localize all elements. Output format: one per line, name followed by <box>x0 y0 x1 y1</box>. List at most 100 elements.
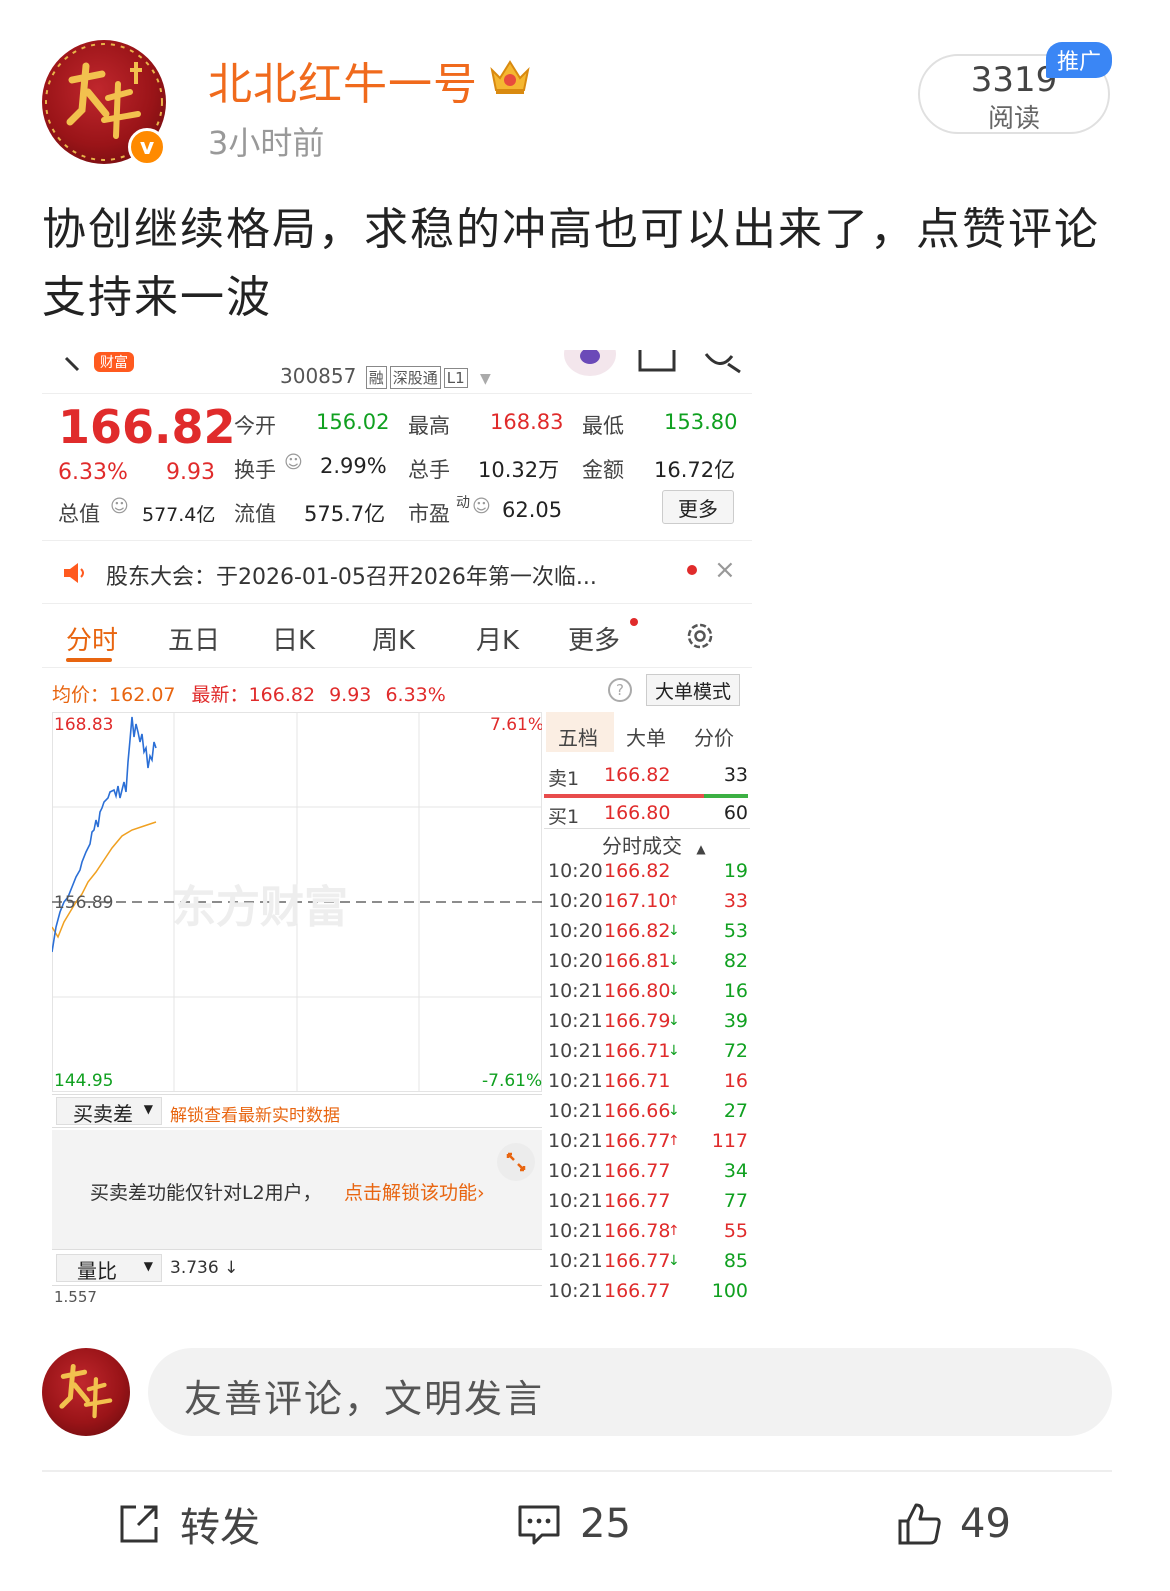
search-icon[interactable] <box>702 350 742 376</box>
ask-label: 卖1 <box>548 768 580 790</box>
expand-icon[interactable] <box>496 1142 536 1182</box>
bid-label: 买1 <box>548 806 580 828</box>
stock-code: 300857 融深股通 L1 ▼ <box>280 364 491 389</box>
stock-code-text: 300857 <box>280 364 357 388</box>
bid-volume: 60 <box>723 802 748 824</box>
app-badge: 财富 <box>94 352 134 372</box>
big-order-mode-button[interactable]: 大单模式 <box>646 674 740 706</box>
comment-count: 25 <box>580 1501 631 1547</box>
intraday-chart[interactable]: 东方财富 168.83 7.61% 156.89 144.95 -7.61% <box>52 712 542 1092</box>
trades-title[interactable]: 分时成交 ▲ <box>602 830 706 859</box>
trade-row: 10:21 166.79 ↓ 39 <box>548 1010 748 1040</box>
speaker-icon <box>64 563 84 583</box>
my-avatar[interactable] <box>42 1348 130 1436</box>
trade-volume: 16 <box>723 1070 748 1092</box>
trades-title-text: 分时成交 <box>602 834 682 858</box>
trade-volume: 34 <box>723 1160 748 1182</box>
chart-bottom-pct: -7.61% <box>482 1071 542 1091</box>
help-icon[interactable]: ? <box>608 678 632 702</box>
trade-price: 166.66 <box>604 1100 671 1122</box>
trade-row: 10:21 166.77 ↓ 85 <box>548 1250 748 1280</box>
close-icon[interactable]: × <box>714 555 736 585</box>
promo-badge: 推广 <box>1046 42 1112 78</box>
float-label: 流值 <box>234 502 276 526</box>
tab-more[interactable]: 更多 <box>568 620 620 657</box>
trade-time: 10:20 <box>548 920 603 942</box>
trade-time: 10:21 <box>548 1040 603 1062</box>
volume-ratio-bar: 量比 ▼ 3.736 ↓ <box>52 1252 542 1286</box>
comment-icon <box>518 1505 560 1545</box>
turnover-value: 2.99% <box>320 454 387 478</box>
trade-price: 166.78 <box>604 1220 671 1242</box>
tab-daily-k[interactable]: 日K <box>272 620 315 657</box>
arrow-up-icon: ↑ <box>668 1133 680 1149</box>
chart-mid-price: 156.89 <box>54 893 113 913</box>
trade-volume: 16 <box>723 980 748 1002</box>
spread-unlock-button[interactable]: 点击解锁该功能› <box>344 1178 485 1205</box>
trade-price: 166.80 <box>604 980 671 1002</box>
trade-time: 10:21 <box>548 1130 603 1152</box>
repost-label: 转发 <box>180 1505 260 1551</box>
avg-price-line <box>52 821 157 939</box>
tab-underline <box>66 658 112 662</box>
settings-gear-icon[interactable] <box>684 620 716 652</box>
open-value: 156.02 <box>316 410 390 434</box>
tab-intraday[interactable]: 分时 <box>66 620 118 657</box>
stock-screenshot[interactable]: 财富 300857 融深股通 L1 ▼ 166.82 6.33% 9.93 今开 … <box>42 350 752 1302</box>
trade-row: 10:20 166.81 ↓ 82 <box>548 950 748 980</box>
author-name[interactable]: 北北红牛一号 <box>208 48 478 112</box>
trade-volume: 100 <box>711 1280 748 1302</box>
comment-button[interactable]: 25 <box>516 1496 631 1552</box>
arrow-down-icon: ↓ <box>668 953 680 969</box>
read-label: 阅读 <box>987 104 1040 134</box>
trade-time: 10:21 <box>548 1190 603 1212</box>
low-value: 153.80 <box>664 410 738 434</box>
spread-locked-panel: 买卖差功能仅针对L2用户， 点击解锁该功能› <box>52 1130 542 1250</box>
arrow-down-icon: ↓ <box>668 1253 680 1269</box>
trade-volume: 85 <box>723 1250 748 1272</box>
ratio-dropdown[interactable]: 量比 ▼ <box>56 1254 162 1283</box>
book-tab-big-order[interactable]: 大单 <box>626 722 666 751</box>
volume-label: 总手 <box>408 458 450 482</box>
thumbs-up-icon <box>898 1503 941 1545</box>
avatar-calligraphy-image <box>59 1363 113 1419</box>
spread-unlock-link[interactable]: 解锁查看最新实时数据 <box>170 1101 340 1126</box>
ask-row: 卖1 166.82 33 <box>548 764 748 794</box>
trade-volume: 82 <box>723 950 748 972</box>
comment-input[interactable]: 友善评论，文明发言 <box>148 1348 1112 1436</box>
trade-price: 167.10 <box>604 890 671 912</box>
book-tab-price-split[interactable]: 分价 <box>694 722 734 751</box>
notice-bar[interactable]: 股东大会：于2026-01-05召开2026年第一次临... × <box>42 540 752 604</box>
info-icon[interactable]: ☺ <box>472 496 491 517</box>
like-count: 49 <box>960 1501 1011 1547</box>
ratio-axis-label: 1.557 <box>54 1288 97 1302</box>
more-quotes-button[interactable]: 更多 <box>662 490 734 524</box>
tab-weekly-k[interactable]: 周K <box>372 620 415 657</box>
arrow-up-icon: ↑ <box>668 1223 680 1239</box>
ratio-value: 3.736 ↓ <box>170 1258 239 1278</box>
trade-volume: 39 <box>723 1010 748 1032</box>
like-button[interactable]: 49 <box>896 1496 1011 1552</box>
watchlist-icon[interactable] <box>638 350 678 376</box>
book-tab-level5[interactable]: 五档 <box>558 722 598 751</box>
mktcap-value: 577.4亿 <box>142 504 216 526</box>
trade-time: 10:20 <box>548 950 603 972</box>
info-icon[interactable]: ☺ <box>110 496 129 517</box>
amount-value: 16.72亿 <box>654 458 736 482</box>
unread-dot <box>687 565 697 575</box>
trade-row: 10:21 166.71 16 <box>548 1070 748 1100</box>
spread-bar: 买卖差 ▼ 解锁查看最新实时数据 <box>52 1094 542 1128</box>
tab-5day[interactable]: 五日 <box>168 620 220 657</box>
spread-dropdown[interactable]: 买卖差 ▼ <box>56 1097 162 1126</box>
chart-tabs: 分时 五日 日K 周K 月K 更多 <box>42 606 752 668</box>
info-icon[interactable]: ☺ <box>284 452 303 473</box>
tab-monthly-k[interactable]: 月K <box>476 620 519 657</box>
arrow-down-icon: ↓ <box>668 1013 680 1029</box>
profile-thumb-icon <box>564 350 616 376</box>
trade-volume: 27 <box>723 1100 748 1122</box>
unread-dot <box>630 618 638 626</box>
trade-row: 10:20 166.82 ↓ 53 <box>548 920 748 950</box>
repost-button[interactable]: 转发 <box>116 1496 260 1552</box>
trade-price: 166.82 <box>604 860 671 882</box>
trade-volume: 77 <box>723 1190 748 1212</box>
